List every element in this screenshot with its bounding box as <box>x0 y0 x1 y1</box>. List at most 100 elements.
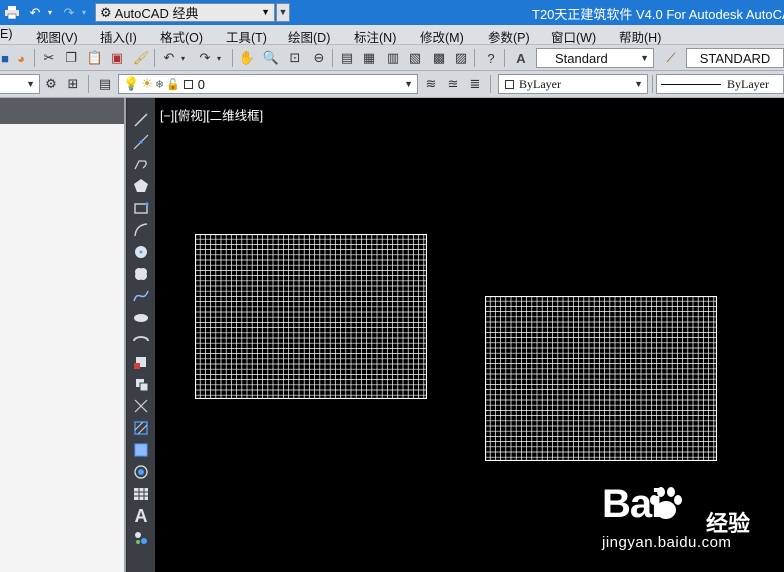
zoom-previous-icon[interactable]: ⊖ <box>310 49 328 67</box>
menu-item-edit[interactable]: E) <box>0 27 13 41</box>
arc-icon[interactable] <box>131 220 151 240</box>
unlock-icon: 🔓 <box>166 78 180 91</box>
watermark-url: jingyan.baidu.com <box>602 534 732 551</box>
viewport-label[interactable]: [−][俯视][二维线框] <box>160 105 263 124</box>
chevron-down-icon: ▼ <box>261 7 270 17</box>
dimension-style-icon[interactable]: ⟋ <box>662 49 680 67</box>
dimension-style-value: STANDARD <box>699 50 771 66</box>
help-icon[interactable]: ? <box>482 49 500 67</box>
text-style-icon[interactable]: A <box>512 49 530 67</box>
gradient-icon[interactable] <box>131 440 151 460</box>
draw-toolbar: A <box>126 98 155 572</box>
workspace-select[interactable]: ⚙ AutoCAD 经典 ▼ <box>95 3 275 22</box>
menu-item-parametric[interactable]: 参数(P) <box>488 27 530 46</box>
zoom-realtime-icon[interactable]: 🔍 <box>262 49 280 67</box>
circle-icon[interactable] <box>131 242 151 262</box>
menu-item-draw[interactable]: 绘图(D) <box>288 27 330 46</box>
layer-state-icon[interactable]: ≣ <box>466 75 484 93</box>
baidu-jingyan-watermark: Bai 经验 jingyan.baidu.com <box>590 482 780 572</box>
paste-block-icon[interactable]: ▣ <box>108 49 126 67</box>
chevron-down-icon[interactable]: ▾ <box>178 49 188 67</box>
left-panel-header <box>0 98 124 124</box>
make-block-icon[interactable] <box>131 374 151 394</box>
menu-item-format[interactable]: 格式(O) <box>160 27 203 46</box>
color-select[interactable]: ByLayer ▼ <box>498 74 648 94</box>
calculator-icon[interactable]: ▨ <box>452 49 470 67</box>
menu-bar: E) 视图(V) 插入(I) 格式(O) 工具(T) 绘图(D) 标注(N) 修… <box>0 25 784 45</box>
construction-line-icon[interactable] <box>131 132 151 152</box>
design-center-icon[interactable]: ▦ <box>360 49 378 67</box>
linetype-value: ByLayer <box>727 76 769 91</box>
layer-settings-icon[interactable]: ⊞ <box>64 75 82 93</box>
copy-icon[interactable]: ❐ <box>62 49 80 67</box>
revision-cloud-icon[interactable] <box>131 264 151 284</box>
workspace-combo[interactable]: ▼ <box>0 74 40 94</box>
rectangle-icon[interactable] <box>131 198 151 218</box>
layer-color-swatch <box>183 79 193 89</box>
workspace-label: AutoCAD 经典 <box>114 6 199 21</box>
menu-item-dimension[interactable]: 标注(N) <box>354 27 396 46</box>
paw-icon <box>650 487 682 519</box>
polygon-icon[interactable] <box>131 176 151 196</box>
hatch-icon[interactable] <box>131 418 151 438</box>
zoom-window-icon[interactable]: ⊡ <box>286 49 304 67</box>
chevron-down-icon: ▼ <box>404 79 413 89</box>
left-panel <box>0 124 124 572</box>
multiline-text-icon[interactable]: A <box>131 506 151 526</box>
menu-item-tools[interactable]: 工具(T) <box>226 27 267 46</box>
spline-icon[interactable] <box>131 286 151 306</box>
menu-item-help[interactable]: 帮助(H) <box>619 27 661 46</box>
paste-icon[interactable]: 📋 <box>86 49 104 67</box>
print-icon[interactable] <box>2 3 22 22</box>
customize-quick-access-button[interactable]: ▼ <box>276 3 290 22</box>
layers-toolbar: ▼ ⚙ ⊞ ▤ 💡 ☀ ❄ 🔓 0 ▼ ≋ ≊ ≣ ByLayer ▼ ByLa… <box>0 71 784 98</box>
cut-icon[interactable]: ✂ <box>40 49 58 67</box>
chevron-down-icon[interactable]: ▾ <box>214 49 224 67</box>
chevron-down-icon: ▼ <box>640 53 649 63</box>
layer-previous-icon[interactable]: ≊ <box>444 75 462 93</box>
publish-icon[interactable]: ◕ <box>12 49 30 67</box>
pan-icon[interactable]: ✋ <box>238 49 256 67</box>
tool-palettes-icon[interactable]: ▥ <box>384 49 402 67</box>
sheet-set-icon[interactable]: ▧ <box>406 49 424 67</box>
gear-icon: ⚙ <box>100 4 112 20</box>
match-properties-icon[interactable]: 🖌 <box>132 49 150 67</box>
redo-icon[interactable]: ↷ <box>196 49 214 67</box>
menu-item-view[interactable]: 视图(V) <box>36 27 78 46</box>
grid-object-left[interactable] <box>195 234 427 399</box>
undo-icon[interactable]: ↶ <box>26 3 44 22</box>
insert-block-icon[interactable] <box>131 352 151 372</box>
chevron-down-icon: ▼ <box>634 79 643 89</box>
ellipse-icon[interactable] <box>131 308 151 328</box>
make-current-layer-icon[interactable]: ≋ <box>422 75 440 93</box>
markup-icon[interactable]: ▩ <box>430 49 448 67</box>
freeze-icon: ❄ <box>154 78 165 91</box>
layer-properties-icon[interactable]: ▤ <box>96 75 114 93</box>
menu-item-window[interactable]: 窗口(W) <box>551 27 596 46</box>
add-selected-icon[interactable] <box>131 528 151 548</box>
standard-toolbar: ■ ◕ ✂ ❐ 📋 ▣ 🖌 ↶ ▾ ↷ ▾ ✋ 🔍 ⊡ ⊖ ▤ ▦ ▥ ▧ ▩ … <box>0 45 784 71</box>
linetype-select[interactable]: ByLayer <box>656 74 784 94</box>
redo-icon[interactable]: ↷ <box>60 3 78 22</box>
ellipse-arc-icon[interactable] <box>131 330 151 350</box>
color-swatch <box>505 79 514 89</box>
point-icon[interactable] <box>131 396 151 416</box>
dimension-style-select[interactable]: STANDARD <box>686 48 784 68</box>
layer-name: 0 <box>197 76 205 92</box>
menu-item-modify[interactable]: 修改(M) <box>420 27 464 46</box>
gear-icon[interactable]: ⚙ <box>42 75 60 93</box>
text-style-select[interactable]: Standard ▼ <box>536 48 654 68</box>
layer-select[interactable]: 💡 ☀ ❄ 🔓 0 ▼ <box>118 74 418 94</box>
redo-dropdown-icon[interactable]: ▾ <box>78 3 90 22</box>
undo-dropdown-icon[interactable]: ▾ <box>44 3 56 22</box>
region-icon[interactable] <box>131 462 151 482</box>
linetype-sample <box>661 83 721 85</box>
sun-icon: ☀ <box>141 76 153 91</box>
properties-icon[interactable]: ▤ <box>338 49 356 67</box>
menu-item-insert[interactable]: 插入(I) <box>100 27 137 46</box>
line-icon[interactable] <box>131 110 151 130</box>
grid-object-right[interactable] <box>485 296 717 461</box>
undo-icon[interactable]: ↶ <box>160 49 178 67</box>
table-icon[interactable] <box>131 484 151 504</box>
polyline-icon[interactable] <box>131 154 151 174</box>
